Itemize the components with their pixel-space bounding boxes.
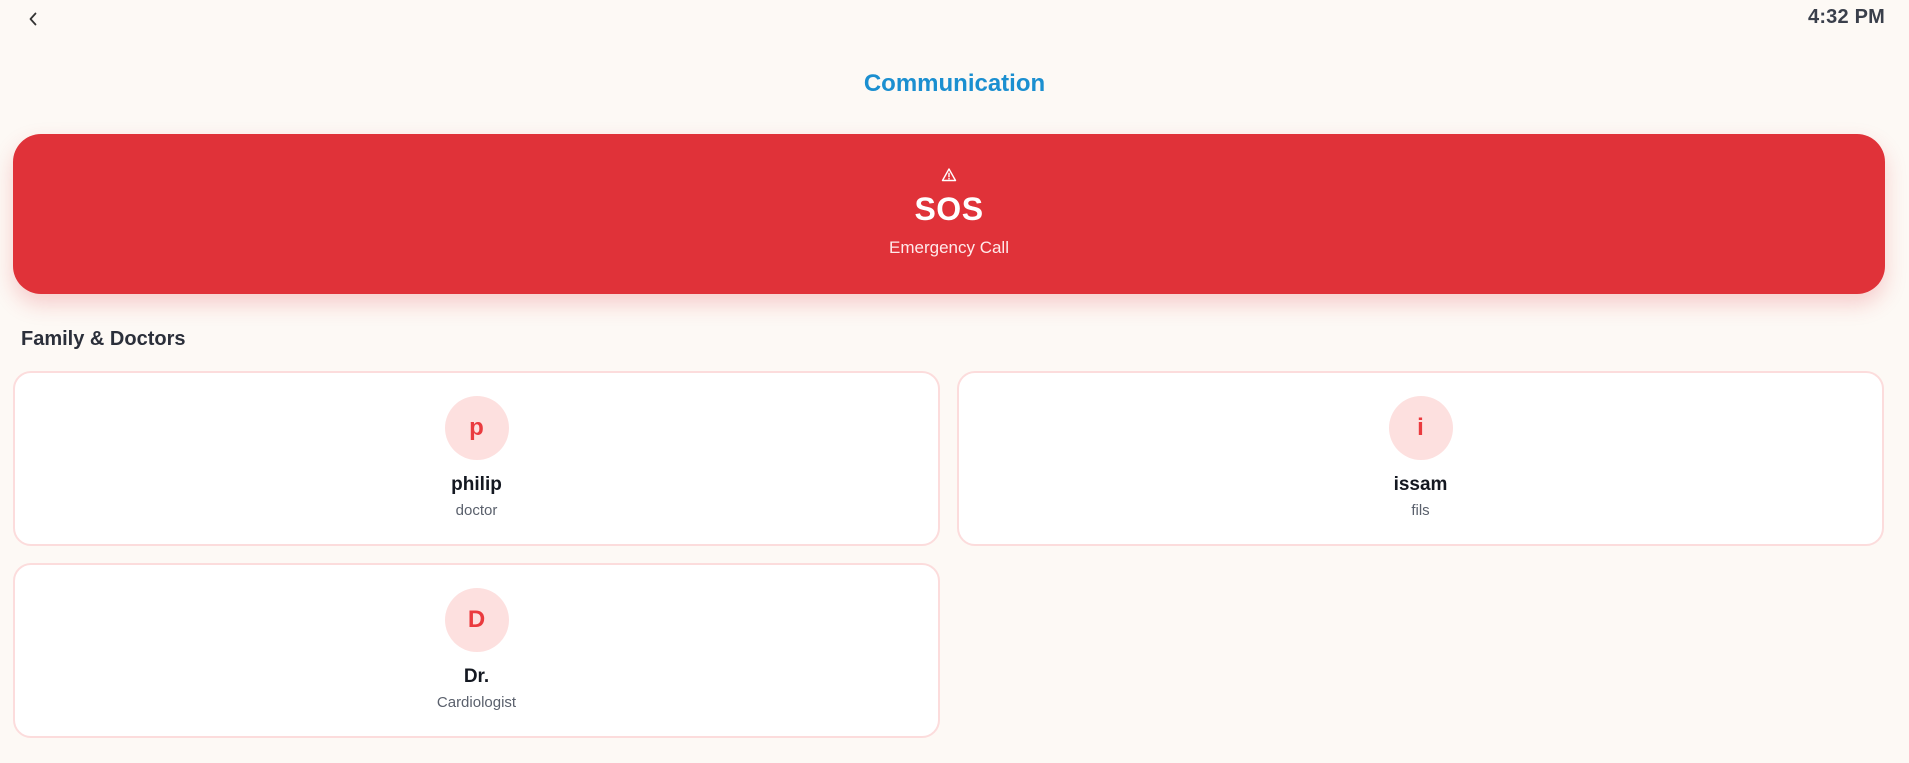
status-time: 4:32 PM	[1808, 6, 1885, 28]
warning-triangle-icon	[941, 167, 957, 183]
page-title: Communication	[863, 70, 1046, 97]
contact-card-dr[interactable]: D Dr. Cardiologist	[13, 563, 940, 738]
contact-card-issam[interactable]: i issam fils	[957, 371, 1884, 546]
contact-card-philip[interactable]: p philip doctor	[13, 371, 940, 546]
sos-emergency-button[interactable]: SOS Emergency Call	[13, 134, 1885, 294]
sos-subtitle: Emergency Call	[889, 237, 1009, 257]
contact-role: Cardiologist	[436, 694, 517, 711]
avatar: i	[1388, 396, 1453, 460]
contact-name: philip	[451, 474, 502, 495]
section-title: Family & Doctors	[21, 328, 186, 350]
back-button[interactable]	[22, 8, 44, 30]
sos-label: SOS	[914, 190, 984, 227]
contact-role: fils	[1411, 502, 1430, 519]
avatar: D	[444, 588, 509, 652]
contact-name: Dr.	[463, 666, 490, 687]
top-bar: 4:32 PM	[0, 0, 1909, 36]
avatar: p	[444, 396, 509, 460]
contact-role: doctor	[455, 502, 498, 519]
contact-name: issam	[1393, 474, 1448, 495]
chevron-left-icon	[28, 12, 38, 26]
